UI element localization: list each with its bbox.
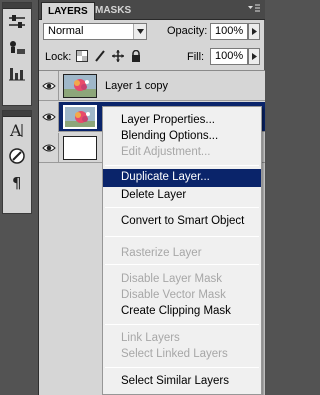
- paragraph-icon: ¶: [12, 174, 22, 192]
- tab-masks[interactable]: MASKS: [89, 2, 137, 20]
- chevron-right-icon: [251, 28, 257, 35]
- menu-separator: [105, 264, 259, 265]
- menu-separator: [105, 207, 259, 208]
- text-tool-icon: A: [9, 121, 23, 140]
- menu-separator: [105, 165, 259, 166]
- tool-strip: A ¶: [0, 0, 34, 395]
- chevron-right-icon: [251, 53, 257, 60]
- sliders-icon: [9, 15, 25, 28]
- blend-mode-select[interactable]: Normal: [43, 23, 147, 40]
- menu-item-duplicate-layer[interactable]: Duplicate Layer...: [103, 169, 261, 187]
- no-entry-tool[interactable]: [3, 143, 31, 169]
- menu-separator: [105, 236, 259, 237]
- opacity-label: Opacity:: [167, 25, 208, 37]
- sliders-tool[interactable]: [3, 9, 31, 35]
- panel-tab-bar: LAYERS MASKS: [39, 0, 265, 20]
- tool-group-top: [2, 2, 32, 106]
- layer-thumbnail: [63, 74, 97, 98]
- menu-item-create-clipping-mask[interactable]: Create Clipping Mask: [103, 303, 261, 321]
- layer-thumbnail: [63, 105, 97, 129]
- histogram-icon: [9, 68, 25, 81]
- layer-thumbnail: [63, 136, 97, 160]
- lock-transparent-icon[interactable]: [76, 50, 88, 62]
- menu-item-delete-layer[interactable]: Delete Layer: [103, 187, 261, 205]
- clone-stamp-icon: [10, 41, 25, 54]
- lock-label: Lock:: [45, 51, 72, 63]
- blend-row: Normal Opacity: 100%: [43, 23, 261, 43]
- lock-paint-icon[interactable]: [94, 50, 106, 62]
- panel-menu-icon[interactable]: [247, 3, 261, 15]
- svg-text:A: A: [9, 121, 22, 140]
- eye-icon: [41, 113, 56, 121]
- fill-input[interactable]: 100%: [210, 48, 248, 65]
- paragraph-tool[interactable]: ¶: [3, 169, 31, 195]
- menu-item-select-similar-layers[interactable]: Select Similar Layers: [103, 373, 261, 391]
- layer-row[interactable]: Layer 1 copy: [39, 71, 265, 101]
- eye-icon: [41, 82, 56, 90]
- menu-item-rasterize-layer[interactable]: Rasterize Layer: [103, 245, 261, 263]
- layer-name: Layer 1 copy: [105, 80, 168, 92]
- lock-all-icon[interactable]: [130, 50, 142, 62]
- menu-item-convert-smart-object[interactable]: Convert to Smart Object: [103, 213, 261, 231]
- menu-item-select-linked-layers[interactable]: Select Linked Layers: [103, 346, 261, 364]
- layer-context-menu: Layer Properties... Blending Options... …: [102, 106, 262, 395]
- fill-stepper[interactable]: [248, 48, 260, 65]
- lock-move-icon[interactable]: [112, 50, 124, 62]
- clone-stamp-tool[interactable]: [3, 35, 31, 61]
- fill-label: Fill:: [187, 51, 205, 63]
- character-tool[interactable]: A: [3, 117, 31, 143]
- svg-text:¶: ¶: [12, 174, 22, 192]
- chevron-down-icon: [133, 24, 146, 39]
- tool-group-type: A ¶: [2, 110, 32, 214]
- visibility-toggle[interactable]: [39, 71, 59, 101]
- histogram-tool[interactable]: [3, 61, 31, 87]
- blend-mode-value: Normal: [48, 25, 84, 37]
- tab-layers[interactable]: LAYERS: [41, 2, 95, 20]
- menu-item-edit-adjustment[interactable]: Edit Adjustment...: [103, 144, 261, 162]
- visibility-toggle[interactable]: [39, 133, 59, 163]
- lock-row: Lock: Fill: 100%: [43, 48, 261, 68]
- menu-separator: [105, 324, 259, 325]
- eye-icon: [41, 144, 56, 152]
- no-entry-icon: [9, 148, 25, 164]
- opacity-stepper[interactable]: [248, 23, 260, 40]
- menu-separator: [105, 367, 259, 368]
- visibility-toggle[interactable]: [39, 102, 59, 132]
- opacity-input[interactable]: 100%: [210, 23, 248, 40]
